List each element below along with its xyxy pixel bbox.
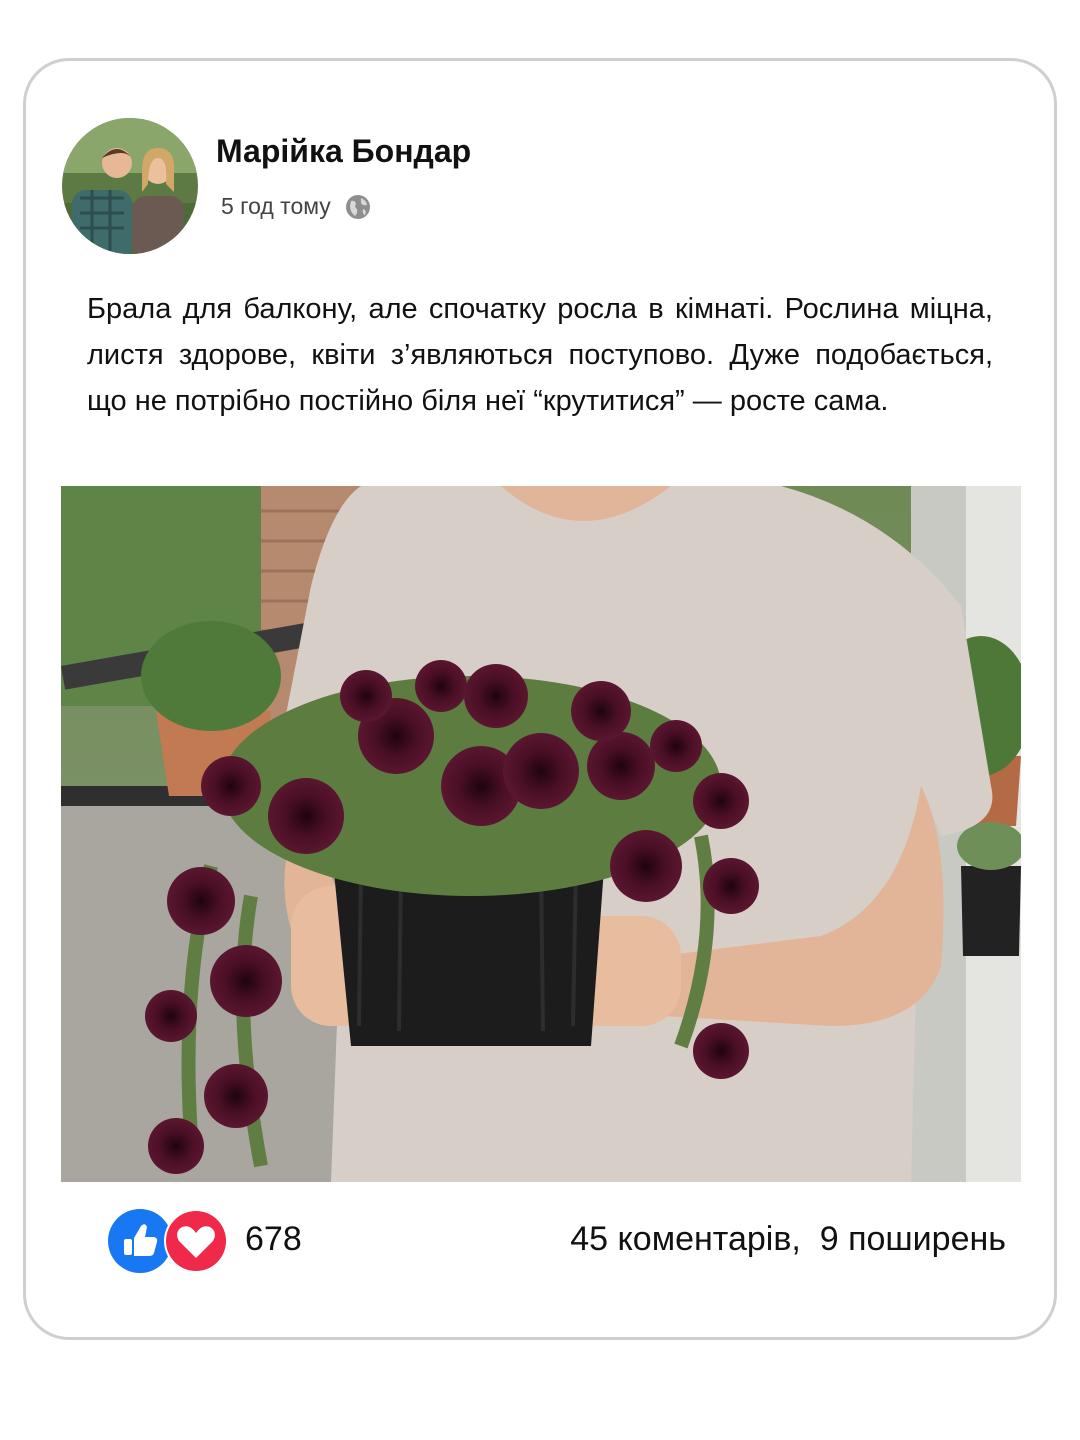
- comments-count[interactable]: 45 коментарів,: [570, 1220, 801, 1258]
- author-name[interactable]: Марійка Бондар: [216, 133, 471, 170]
- reaction-icons[interactable]: [108, 1208, 228, 1274]
- post-photo[interactable]: [61, 486, 1021, 1182]
- author-avatar[interactable]: [62, 118, 198, 254]
- post-text: Брала для балкону, але спочатку росла в …: [87, 293, 993, 417]
- post-time[interactable]: 5 год тому: [221, 193, 331, 220]
- shares-count[interactable]: 9 поширень: [820, 1220, 1006, 1258]
- globe-icon: [345, 194, 370, 219]
- post-stats: 45 коментарів, 9 поширень: [570, 1220, 1006, 1259]
- reaction-count[interactable]: 678: [245, 1220, 302, 1259]
- post-meta: 5 год тому: [221, 193, 371, 220]
